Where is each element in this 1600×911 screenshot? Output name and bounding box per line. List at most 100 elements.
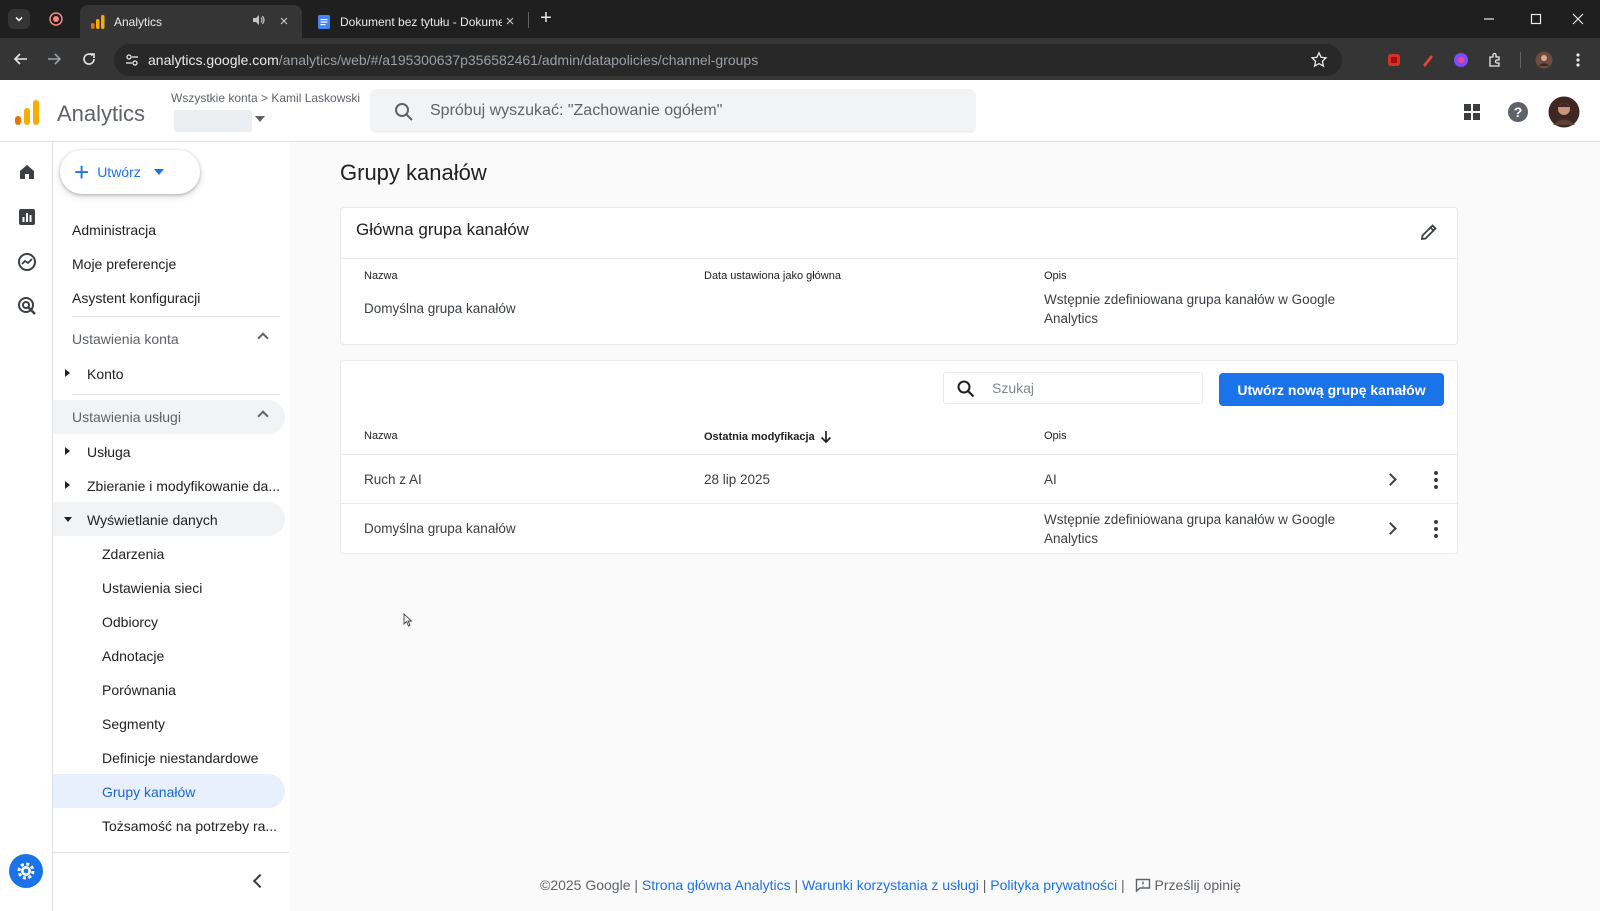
sidebar-item-wyswietlanie[interactable]: Wyświetlanie danych bbox=[87, 512, 218, 528]
expand-arrow-icon[interactable] bbox=[65, 369, 70, 377]
primary-desc: Wstępnie zdefiniowana grupa kanałów w Go… bbox=[1044, 292, 1336, 326]
bookmark-star-icon[interactable] bbox=[1310, 51, 1328, 69]
search-placeholder: Spróbuj wyszukać: "Zachowanie ogółem" bbox=[430, 102, 723, 119]
extension-puzzle-color-icon[interactable] bbox=[1450, 49, 1472, 71]
row-desc: Wstępnie zdefiniowana grupa kanałów w Go… bbox=[1044, 512, 1336, 546]
page-title: Grupy kanałów bbox=[340, 160, 487, 185]
reload-icon[interactable] bbox=[78, 48, 100, 70]
sidebar-item-asystent[interactable]: Asystent konfiguracji bbox=[72, 290, 200, 306]
feedback-link[interactable]: Prześlij opinię bbox=[1135, 877, 1241, 893]
sidebar-subitem-odbiorcy[interactable]: Odbiorcy bbox=[102, 614, 158, 630]
recording-icon[interactable] bbox=[48, 11, 64, 27]
extension-red-icon[interactable] bbox=[1383, 49, 1405, 71]
section-account-settings[interactable]: Ustawienia konta bbox=[53, 322, 285, 356]
left-nav-rail bbox=[0, 142, 53, 911]
apps-grid-icon[interactable] bbox=[1462, 102, 1482, 122]
sidebar-subitem-adnotacje[interactable]: Adnotacje bbox=[102, 648, 164, 664]
sidebar-subitem-porownania[interactable]: Porównania bbox=[102, 682, 176, 698]
table-search-input[interactable]: Szukaj bbox=[943, 372, 1203, 404]
edit-pencil-icon[interactable] bbox=[1418, 221, 1440, 243]
tab-docs[interactable]: Dokument bez tytułu - Dokume × bbox=[306, 5, 528, 38]
url-path: /analytics/web/#/a195300637p356582461/ad… bbox=[278, 52, 759, 68]
sidebar-subitem-ustawienia-sieci[interactable]: Ustawienia sieci bbox=[102, 580, 202, 596]
section-title: Ustawienia konta bbox=[72, 331, 179, 347]
col-header-desc: Opis bbox=[1044, 270, 1067, 282]
home-icon[interactable] bbox=[14, 159, 40, 185]
sidebar-subitem-segmenty[interactable]: Segmenty bbox=[102, 716, 165, 732]
primary-name: Domyślna grupa kanałów bbox=[364, 301, 516, 316]
col-header-name: Nazwa bbox=[364, 270, 398, 282]
sidebar-subitem-grupy-kanalow[interactable]: Grupy kanałów bbox=[102, 784, 195, 800]
site-info-icon[interactable] bbox=[124, 52, 140, 68]
sidebar-item-administracja[interactable]: Administracja bbox=[72, 222, 156, 238]
new-tab-button[interactable]: + bbox=[536, 7, 556, 29]
expand-arrow-icon[interactable] bbox=[65, 481, 70, 489]
more-options-icon[interactable] bbox=[1434, 520, 1438, 538]
table-row[interactable] bbox=[341, 455, 1457, 503]
sidebar-subitem-definicje[interactable]: Definicje niestandardowe bbox=[102, 750, 258, 766]
col-header-modified-label: Ostatnia modyfikacja bbox=[704, 431, 815, 443]
sidebar-subitem-tozsamosc[interactable]: Tożsamość na potrzeby ra... bbox=[102, 818, 277, 834]
user-avatar[interactable] bbox=[1548, 96, 1580, 128]
address-bar[interactable]: analytics.google.com/analytics/web/#/a19… bbox=[114, 44, 1342, 76]
account-breadcrumb[interactable]: Wszystkie konta > Kamil Laskowski bbox=[171, 91, 360, 105]
svg-text:?: ? bbox=[1514, 104, 1523, 120]
forward-icon[interactable] bbox=[43, 48, 65, 70]
explore-icon[interactable] bbox=[14, 249, 40, 275]
create-button-label: Utwórz bbox=[97, 164, 141, 180]
sidebar-divider bbox=[72, 394, 280, 395]
tab-search-icon[interactable] bbox=[8, 9, 30, 29]
advertising-icon[interactable] bbox=[14, 293, 40, 319]
col-header-name[interactable]: Nazwa bbox=[364, 430, 398, 442]
minimize-icon[interactable] bbox=[1480, 10, 1498, 28]
more-options-icon[interactable] bbox=[1434, 471, 1438, 489]
collapse-arrow-icon[interactable] bbox=[64, 517, 72, 522]
chevron-down-icon[interactable] bbox=[255, 116, 265, 122]
tab-analytics[interactable]: Analytics × bbox=[80, 5, 302, 38]
sidebar-subitem-zdarzenia[interactable]: Zdarzenia bbox=[102, 546, 164, 562]
col-header-date: Data ustawiona jako główna bbox=[704, 270, 841, 282]
plus-icon: + bbox=[74, 157, 90, 187]
footer-link-privacy[interactable]: Polityka prywatności bbox=[990, 877, 1117, 893]
create-channel-group-button[interactable]: Utwórz nową grupę kanałów bbox=[1219, 373, 1444, 406]
footer-separator: | bbox=[1121, 877, 1125, 893]
footer-link-terms[interactable]: Warunki korzystania z usługi bbox=[802, 877, 979, 893]
docs-favicon-icon bbox=[318, 14, 330, 29]
reports-icon[interactable] bbox=[14, 204, 40, 230]
close-window-icon[interactable] bbox=[1569, 10, 1587, 28]
sort-down-arrow-icon[interactable] bbox=[820, 430, 832, 444]
extensions-icon[interactable] bbox=[1484, 49, 1506, 71]
mouse-cursor-icon bbox=[403, 613, 413, 627]
expand-arrow-icon[interactable] bbox=[65, 447, 70, 455]
section-property-settings[interactable]: Ustawienia usługi bbox=[53, 400, 285, 434]
chevron-down-icon bbox=[153, 169, 164, 175]
create-button[interactable]: + Utwórz bbox=[60, 150, 200, 194]
back-icon[interactable] bbox=[10, 48, 32, 70]
tab-title: Dokument bez tytułu - Dokume bbox=[340, 14, 502, 29]
analytics-logo-icon[interactable] bbox=[14, 100, 40, 126]
col-header-modified[interactable]: Ostatnia modyfikacja bbox=[704, 430, 832, 444]
sidebar-item-usluga[interactable]: Usługa bbox=[87, 444, 131, 460]
card-divider bbox=[341, 258, 1457, 259]
extension-pen-icon[interactable] bbox=[1417, 49, 1439, 71]
profile-avatar-icon[interactable] bbox=[1533, 49, 1555, 71]
search-bar[interactable]: Spróbuj wyszukać: "Zachowanie ogółem" bbox=[370, 89, 976, 133]
close-tab-icon[interactable]: × bbox=[502, 13, 518, 30]
footer-copyright: ©2025 Google | bbox=[540, 877, 639, 893]
url-domain: analytics.google.com bbox=[148, 52, 279, 68]
row-modified: 28 lip 2025 bbox=[704, 472, 771, 487]
sidebar-item-zbieranie[interactable]: Zbieranie i modyfikowanie da... bbox=[87, 478, 280, 494]
sidebar-item-konto[interactable]: Konto bbox=[87, 366, 124, 382]
close-tab-icon[interactable]: × bbox=[276, 13, 292, 30]
browser-menu-icon[interactable] bbox=[1567, 49, 1589, 71]
footer-link-home[interactable]: Strona główna Analytics bbox=[642, 877, 791, 893]
audio-playing-icon[interactable] bbox=[252, 14, 270, 29]
search-icon bbox=[395, 103, 413, 121]
property-selector[interactable] bbox=[174, 110, 252, 132]
sidebar-item-moje-preferencje[interactable]: Moje preferencje bbox=[72, 256, 176, 272]
admin-gear-icon[interactable] bbox=[9, 854, 43, 888]
sidebar-divider bbox=[72, 316, 280, 317]
maximize-icon[interactable] bbox=[1527, 10, 1545, 28]
sidebar-divider bbox=[53, 852, 289, 853]
help-icon[interactable]: ? bbox=[1507, 101, 1529, 123]
